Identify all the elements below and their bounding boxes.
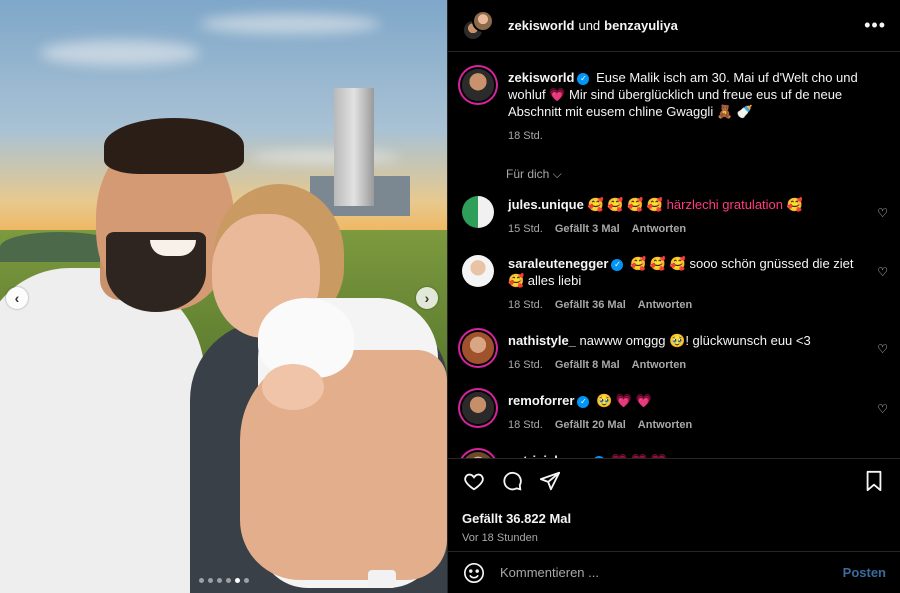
avatar[interactable] <box>462 255 494 287</box>
heart-icon[interactable] <box>462 469 486 493</box>
post-actions: Gefällt 36.822 Mal Vor 18 Stunden <box>448 458 900 552</box>
reply-button[interactable]: Antworten <box>632 221 686 238</box>
carousel-dot <box>225 578 231 583</box>
cloud <box>40 40 200 66</box>
heart-outline-icon[interactable]: ♡ <box>877 402 888 416</box>
comment-likes[interactable]: Gefällt 36 Mal <box>555 297 626 314</box>
carousel-dot-active <box>234 578 240 583</box>
tower <box>334 88 374 206</box>
comment-item: remoforrer ✓ 🥹 💗 💗 18 Std. Gefällt 20 Mal… <box>448 392 900 434</box>
comment-icon[interactable] <box>500 469 524 493</box>
carousel-next-button[interactable]: › <box>416 287 438 309</box>
heart-outline-icon[interactable]: ♡ <box>877 265 888 279</box>
avatar[interactable] <box>462 69 494 101</box>
comment-username[interactable]: saraleutenegger <box>508 256 608 271</box>
comment-list[interactable]: zekisworld ✓ Euse Malik isch am 30. Mai u… <box>448 53 900 458</box>
cloud <box>200 14 380 34</box>
avatar <box>472 9 494 32</box>
comment-username[interactable]: nathistyle_ <box>508 333 576 348</box>
carousel-dot <box>243 578 249 583</box>
man-shirt <box>0 268 205 593</box>
comment-meta: 15 Std. Gefällt 3 Mal Antworten <box>508 221 864 238</box>
comment-item: saraleutenegger ✓ 🥰 🥰 🥰 sooo schön gnüsse… <box>448 255 900 314</box>
comment-text: nawww omggg 🥹! glückwunsch euu <3 <box>579 333 811 348</box>
post-header: zekisworld und benzayuliya ••• <box>448 0 900 52</box>
reply-button[interactable]: Antworten <box>632 357 686 374</box>
reply-button[interactable]: Antworten <box>638 297 692 314</box>
collab-usernames: zekisworld und benzayuliya <box>508 18 678 33</box>
post-comment-button[interactable]: Posten <box>843 565 886 580</box>
comment-time: 15 Std. <box>508 223 543 235</box>
comment-body: remoforrer ✓ 🥹 💗 💗 18 Std. Gefällt 20 Mal… <box>508 392 886 434</box>
comment-filter-dropdown[interactable]: Für dich ⌵ <box>506 167 900 182</box>
comment-text: 🥹 💗 💗 <box>596 393 652 408</box>
comment-meta: 18 Std. Gefällt 36 Mal Antworten <box>508 297 864 314</box>
comment-meta: 16 Std. Gefällt 8 Mal Antworten <box>508 357 864 374</box>
caption-body: zekisworld ✓ Euse Malik isch am 30. Mai u… <box>508 69 886 145</box>
header-username-1[interactable]: zekisworld <box>508 18 574 33</box>
avatar[interactable] <box>462 196 494 228</box>
comment-meta: 18 Std. Gefällt 20 Mal Antworten <box>508 417 864 434</box>
header-connector: und <box>578 18 601 33</box>
comment-time: 16 Std. <box>508 359 543 371</box>
post-photo[interactable]: ‹ › <box>0 0 447 593</box>
comment-likes[interactable]: Gefällt 8 Mal <box>555 357 620 374</box>
carousel-prev-button[interactable]: ‹ <box>6 287 28 309</box>
bookmark-icon[interactable] <box>862 469 886 493</box>
comment-item: jules.unique 🥰 🥰 🥰 🥰 härzlechi gratulati… <box>448 196 900 238</box>
comment-input[interactable] <box>500 565 843 580</box>
comment-time: 18 Std. <box>508 419 543 431</box>
post-viewer: ‹ › zekisworld und benzayuliya ••• zekis… <box>0 0 900 593</box>
caption-time: 18 Std. <box>508 130 543 142</box>
comment-likes[interactable]: Gefällt 3 Mal <box>555 221 620 238</box>
cloud <box>250 150 400 164</box>
action-bar <box>462 467 886 495</box>
avatar[interactable] <box>462 392 494 424</box>
verified-badge-icon: ✓ <box>577 395 590 408</box>
comment-item: nathistyle_ nawww omggg 🥹! glückwunsch e… <box>448 332 900 374</box>
carousel-dot <box>216 578 222 583</box>
carousel-dot <box>198 578 204 583</box>
comment-likes[interactable]: Gefällt 20 Mal <box>555 417 626 434</box>
baby-face <box>262 364 324 410</box>
comment-body: saraleutenegger ✓ 🥰 🥰 🥰 sooo schön gnüsse… <box>508 255 886 314</box>
comment-username[interactable]: jules.unique <box>508 197 584 212</box>
carousel-dots <box>0 578 447 583</box>
avatar[interactable] <box>462 332 494 364</box>
carousel-dot <box>207 578 213 583</box>
reply-button[interactable]: Antworten <box>638 417 692 434</box>
post-side-panel: zekisworld und benzayuliya ••• zekisworld ✓… <box>447 0 900 593</box>
man-hair <box>104 118 244 174</box>
comment-time: 18 Std. <box>508 299 543 311</box>
comment-username[interactable]: remoforrer <box>508 393 574 408</box>
comment-composer: Posten <box>448 551 900 593</box>
caption-meta: 18 Std. <box>508 128 864 145</box>
caption: zekisworld ✓ Euse Malik isch am 30. Mai u… <box>448 53 900 145</box>
comment-body: jules.unique 🥰 🥰 🥰 🥰 härzlechi gratulati… <box>508 196 886 238</box>
comment-body: nathistyle_ nawww omggg 🥹! glückwunsch e… <box>508 332 886 374</box>
post-time: Vor 18 Stunden <box>462 532 538 544</box>
chevron-right-icon: › <box>424 290 430 306</box>
heart-outline-icon[interactable]: ♡ <box>877 342 888 356</box>
header-username-2[interactable]: benzayuliya <box>604 18 678 33</box>
comment-text: 🥰 🥰 🥰 🥰 härzlechi gratulation 🥰 <box>587 197 803 212</box>
verified-badge-icon: ✓ <box>611 258 624 271</box>
like-count[interactable]: Gefällt 36.822 Mal <box>462 511 886 526</box>
heart-outline-icon[interactable]: ♡ <box>877 206 888 220</box>
verified-badge-icon: ✓ <box>577 72 590 85</box>
emoji-icon[interactable] <box>462 561 486 585</box>
chevron-left-icon: ‹ <box>14 290 20 306</box>
collab-avatars[interactable] <box>462 9 494 42</box>
caption-username[interactable]: zekisworld <box>508 70 574 85</box>
share-icon[interactable] <box>538 469 562 493</box>
more-horizontal-icon[interactable]: ••• <box>864 15 886 36</box>
